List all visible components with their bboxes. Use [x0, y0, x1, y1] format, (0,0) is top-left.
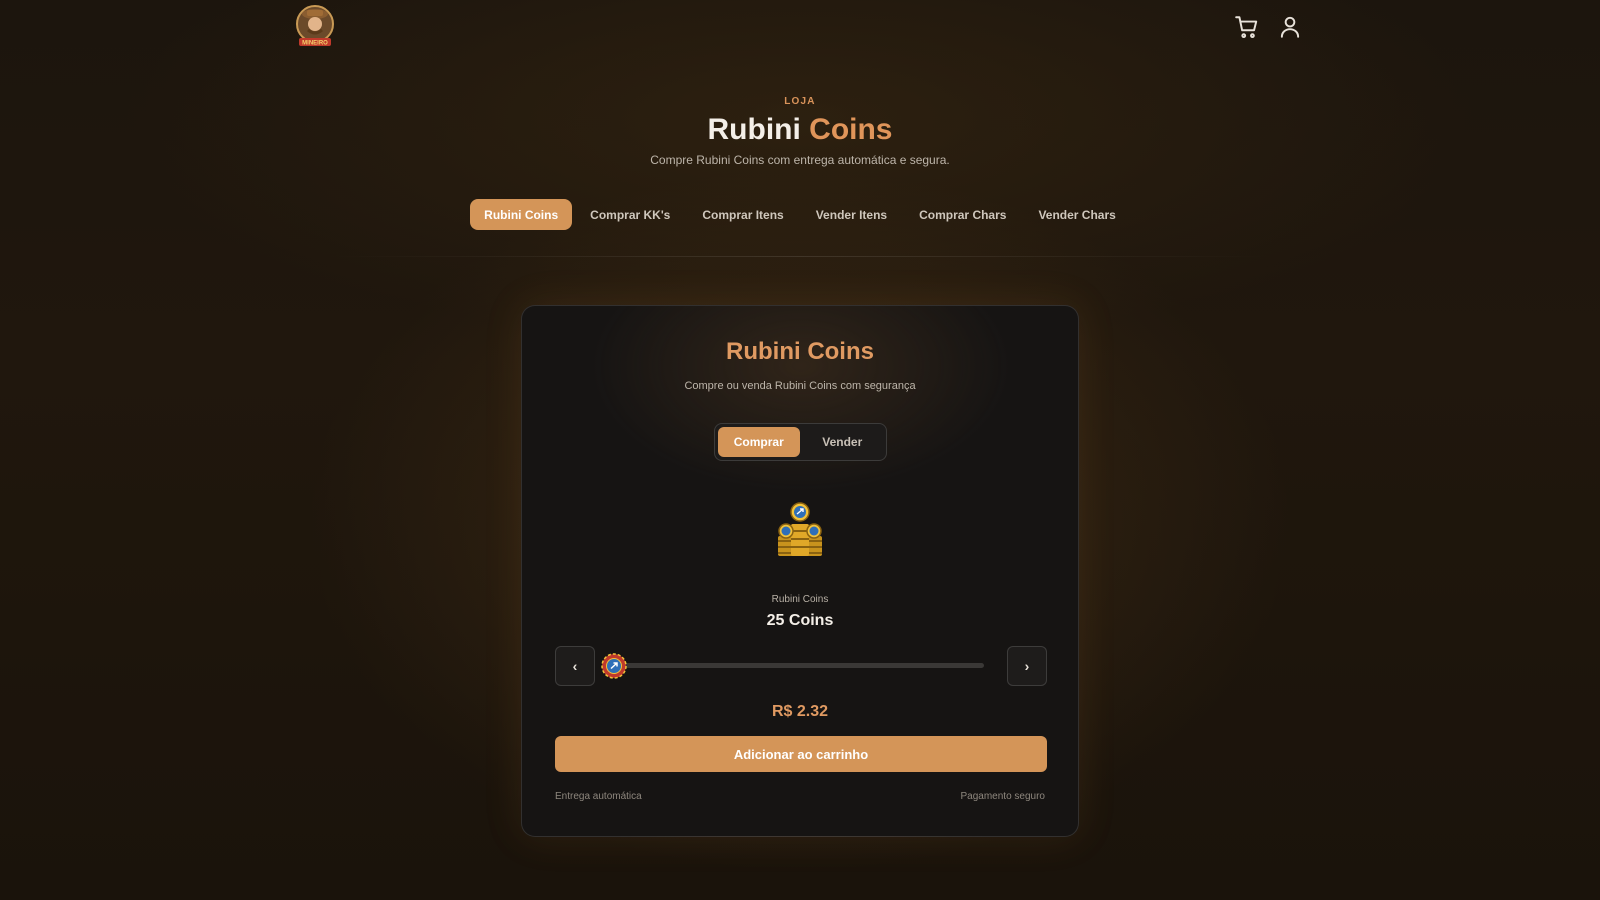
- page-subtitle: Compre Rubini Coins com entrega automáti…: [650, 153, 950, 167]
- user-icon[interactable]: [1277, 14, 1303, 40]
- amount-slider-track[interactable]: [614, 663, 984, 668]
- amount-slider-thumb[interactable]: [601, 653, 627, 679]
- coins-stack-icon: [772, 500, 828, 560]
- buy-button[interactable]: Comprar: [718, 427, 800, 457]
- tab-vender-itens[interactable]: Vender Itens: [802, 199, 901, 230]
- purchase-card: Rubini Coins Compre ou venda Rubini Coin…: [521, 305, 1079, 837]
- category-tabs: Rubini Coins Comprar KK's Comprar Itens …: [0, 199, 1600, 230]
- delivery-note: Entrega automática: [555, 791, 642, 802]
- logo[interactable]: MINEIRO: [295, 4, 335, 50]
- tab-comprar-itens[interactable]: Comprar Itens: [688, 199, 797, 230]
- section-eyebrow: LOJA: [784, 96, 816, 107]
- sell-button[interactable]: Vender: [802, 427, 884, 457]
- hero: LOJA Rubini Coins Compre Rubini Coins co…: [0, 96, 1600, 167]
- previous-amount-button[interactable]: ‹: [555, 646, 595, 686]
- cart-icon[interactable]: [1234, 14, 1260, 40]
- card-title: Rubini Coins: [726, 338, 874, 365]
- product-label: Rubini Coins: [771, 594, 829, 605]
- page-title-main: Rubini: [707, 113, 801, 146]
- divider: [330, 256, 1270, 257]
- buy-sell-toggle: Comprar Vender: [714, 423, 887, 461]
- tab-rubini-coins[interactable]: Rubini Coins: [470, 199, 573, 230]
- product-amount: 25 Coins: [766, 612, 834, 629]
- next-amount-button[interactable]: ›: [1007, 646, 1047, 686]
- svg-text:MINEIRO: MINEIRO: [302, 41, 328, 47]
- card-subtitle: Compre ou venda Rubini Coins com seguran…: [684, 380, 916, 392]
- payment-note: Pagamento seguro: [960, 791, 1045, 802]
- tab-comprar-chars[interactable]: Comprar Chars: [905, 199, 1020, 230]
- site-header: MINEIRO: [0, 0, 1600, 56]
- page-title: Rubini Coins: [0, 113, 1600, 147]
- page-title-accent: Coins: [809, 113, 893, 146]
- tab-comprar-kks[interactable]: Comprar KK's: [576, 199, 684, 230]
- tab-vender-chars[interactable]: Vender Chars: [1024, 199, 1129, 230]
- price: R$ 2.32: [771, 703, 829, 720]
- add-to-cart-button[interactable]: Adicionar ao carrinho: [555, 736, 1047, 772]
